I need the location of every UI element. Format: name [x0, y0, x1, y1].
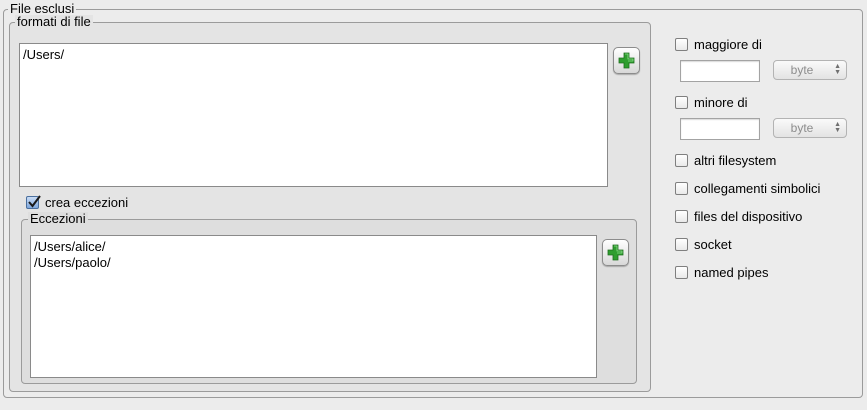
updown-arrows-icon: ▲ ▼	[834, 63, 841, 76]
less-than-unit-select[interactable]: byte ▲ ▼	[773, 118, 847, 138]
checkmark-icon	[28, 195, 41, 208]
named-pipes-label: named pipes	[694, 265, 769, 280]
file-formats-title: formati di file	[15, 14, 93, 29]
socket-label: socket	[694, 237, 732, 252]
greater-than-unit-select[interactable]: byte ▲ ▼	[773, 60, 847, 80]
less-than-checkbox[interactable]	[675, 96, 688, 109]
symbolic-links-label: collegamenti simbolici	[694, 181, 821, 196]
plus-icon	[618, 52, 635, 69]
device-files-checkbox[interactable]	[675, 210, 688, 223]
add-format-button[interactable]	[613, 47, 640, 74]
less-than-size-field[interactable]	[680, 118, 760, 140]
greater-than-checkbox[interactable]	[675, 38, 688, 51]
list-item[interactable]: /Users/alice/	[34, 239, 593, 255]
file-formats-list[interactable]: /Users/	[19, 43, 608, 187]
other-filesystems-checkbox[interactable]	[675, 154, 688, 167]
other-filesystems-label: altri filesystem	[694, 153, 777, 168]
less-than-unit-value: byte	[790, 121, 814, 135]
create-exceptions-checkbox[interactable]	[26, 195, 41, 209]
named-pipes-checkbox[interactable]	[675, 266, 688, 279]
greater-than-label: maggiore di	[694, 37, 762, 52]
exceptions-list[interactable]: /Users/alice/ /Users/paolo/	[30, 235, 597, 378]
exceptions-title: Eccezioni	[28, 211, 88, 226]
less-than-label: minore di	[694, 95, 748, 110]
socket-checkbox[interactable]	[675, 238, 688, 251]
list-item[interactable]: /Users/paolo/	[34, 255, 593, 271]
add-exception-button[interactable]	[602, 239, 629, 266]
device-files-label: files del dispositivo	[694, 209, 803, 224]
greater-than-size-field[interactable]	[680, 60, 760, 82]
symbolic-links-checkbox[interactable]	[675, 182, 688, 195]
plus-icon	[607, 244, 624, 261]
updown-arrows-icon: ▲ ▼	[834, 121, 841, 134]
greater-than-unit-value: byte	[790, 63, 814, 77]
list-item[interactable]: /Users/	[23, 47, 604, 63]
create-exceptions-label: crea eccezioni	[45, 195, 129, 210]
